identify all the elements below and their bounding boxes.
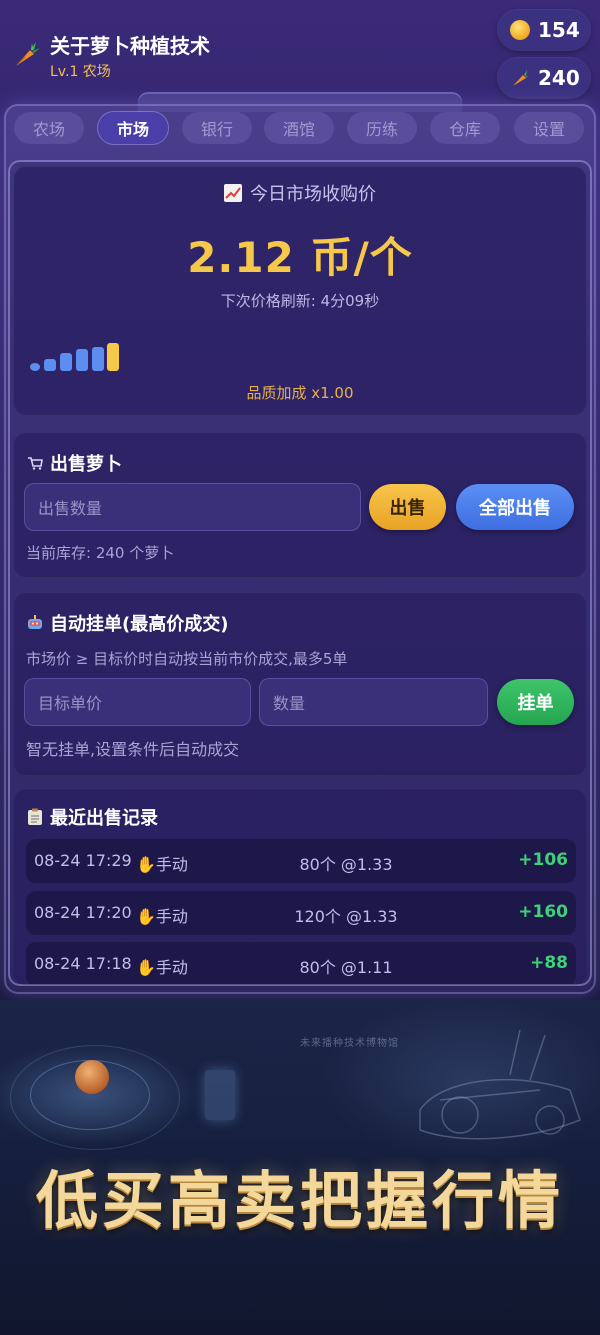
price-heading-text: 今日市场收购价 — [250, 184, 376, 205]
record-quantity: 80个 @1.33 — [299, 855, 393, 874]
tab-training[interactable]: 历练 — [347, 112, 417, 144]
tab-market[interactable]: 市场 — [98, 112, 168, 144]
carrot-icon — [513, 70, 529, 86]
auto-order-card: 自动挂单(最高价成交) 市场价 ≥ 目标价时自动按当前市价成交,最多5单 目标单… — [14, 592, 586, 774]
record-quantity: 80个 @1.11 — [299, 958, 393, 977]
record-row: 08-24 17:18 ✋手动 80个 @1.11 +88 — [26, 942, 576, 984]
tab-warehouse[interactable]: 仓库 — [430, 112, 500, 144]
record-row: 08-24 17:29 ✋手动 80个 @1.33 +106 — [26, 839, 576, 883]
price-refresh-timer: 下次价格刷新: 4分09秒 — [220, 292, 380, 310]
sell-title-text: 出售萝卜 — [50, 454, 122, 475]
records-title-text: 最近出售记录 — [50, 808, 158, 829]
cart-icon — [26, 454, 44, 472]
signal-bars-icon — [30, 341, 120, 371]
record-row: 08-24 17:20 ✋手动 120个 @1.33 +160 — [26, 891, 576, 935]
tab-bar: 农场 市场 银行 酒馆 历练 仓库 设置 — [14, 112, 586, 144]
coin-count: 154 — [538, 18, 580, 42]
banner-caption: 未来播种技术博物馆 — [300, 1038, 399, 1049]
sell-all-button[interactable]: 全部出售 — [456, 484, 574, 530]
chart-up-icon — [224, 184, 242, 202]
record-quantity: 120个 @1.33 — [294, 907, 398, 926]
quality-bonus: 品质加成 x1.00 — [246, 384, 354, 402]
planet-icon — [75, 1060, 109, 1094]
sell-quantity-input[interactable]: 出售数量 — [24, 483, 361, 531]
target-price-input[interactable]: 目标单价 — [24, 678, 251, 726]
spaceship-icon — [419, 1029, 581, 1140]
tab-tavern[interactable]: 酒馆 — [264, 112, 334, 144]
clipboard-icon — [26, 808, 44, 826]
record-gain: +160 — [518, 902, 568, 922]
price-heading: 今日市场收购价 — [14, 180, 586, 206]
record-gain: +106 — [518, 850, 568, 870]
market-price-card: 今日市场收购价 2.12 币/个 下次价格刷新: 4分09秒 品质加成 x1.0… — [14, 166, 586, 414]
current-price: 2.12 币/个 — [187, 233, 413, 282]
header: 关于萝卜种植技术 Lv.1 农场 154 240 — [0, 0, 600, 100]
auto-order-title: 自动挂单(最高价成交) — [26, 610, 228, 636]
farm-level: Lv.1 农场 — [50, 64, 111, 80]
order-quantity-input[interactable]: 数量 — [259, 678, 488, 726]
no-orders-message: 智无挂单,设置条件后自动成交 — [26, 740, 240, 759]
coin-icon — [510, 20, 530, 40]
tab-settings[interactable]: 设置 — [514, 112, 584, 144]
carrot-icon — [16, 42, 40, 66]
promo-banner: 未来播种技术博物馆 低买高卖把握行情 — [0, 1000, 600, 1335]
carrot-balance[interactable]: 240 — [498, 58, 590, 98]
stock-info: 当前库存: 240 个萝卜 — [26, 544, 175, 562]
banner-slogan: 低买高卖把握行情 — [35, 1164, 564, 1237]
record-gain: +88 — [530, 953, 568, 973]
sell-button[interactable]: 出售 — [369, 484, 446, 530]
sell-title: 出售萝卜 — [26, 450, 122, 476]
page-title: 关于萝卜种植技术 — [50, 34, 210, 58]
auto-order-description: 市场价 ≥ 目标价时自动按当前市价成交,最多5单 — [26, 650, 348, 668]
place-order-button[interactable]: 挂单 — [497, 679, 574, 725]
robot-icon — [26, 614, 44, 632]
carrot-count: 240 — [538, 66, 580, 90]
tab-bank[interactable]: 银行 — [182, 112, 252, 144]
tab-farm[interactable]: 农场 — [14, 112, 84, 144]
auto-order-title-text: 自动挂单(最高价成交) — [50, 614, 229, 635]
decor-card — [205, 1070, 235, 1120]
sale-records-card: 最近出售记录 08-24 17:29 ✋手动 80个 @1.33 +106 08… — [14, 788, 586, 984]
coin-balance[interactable]: 154 — [498, 10, 590, 50]
sell-card: 出售萝卜 出售数量 出售 全部出售 当前库存: 240 个萝卜 — [14, 432, 586, 576]
records-title: 最近出售记录 — [26, 804, 158, 830]
